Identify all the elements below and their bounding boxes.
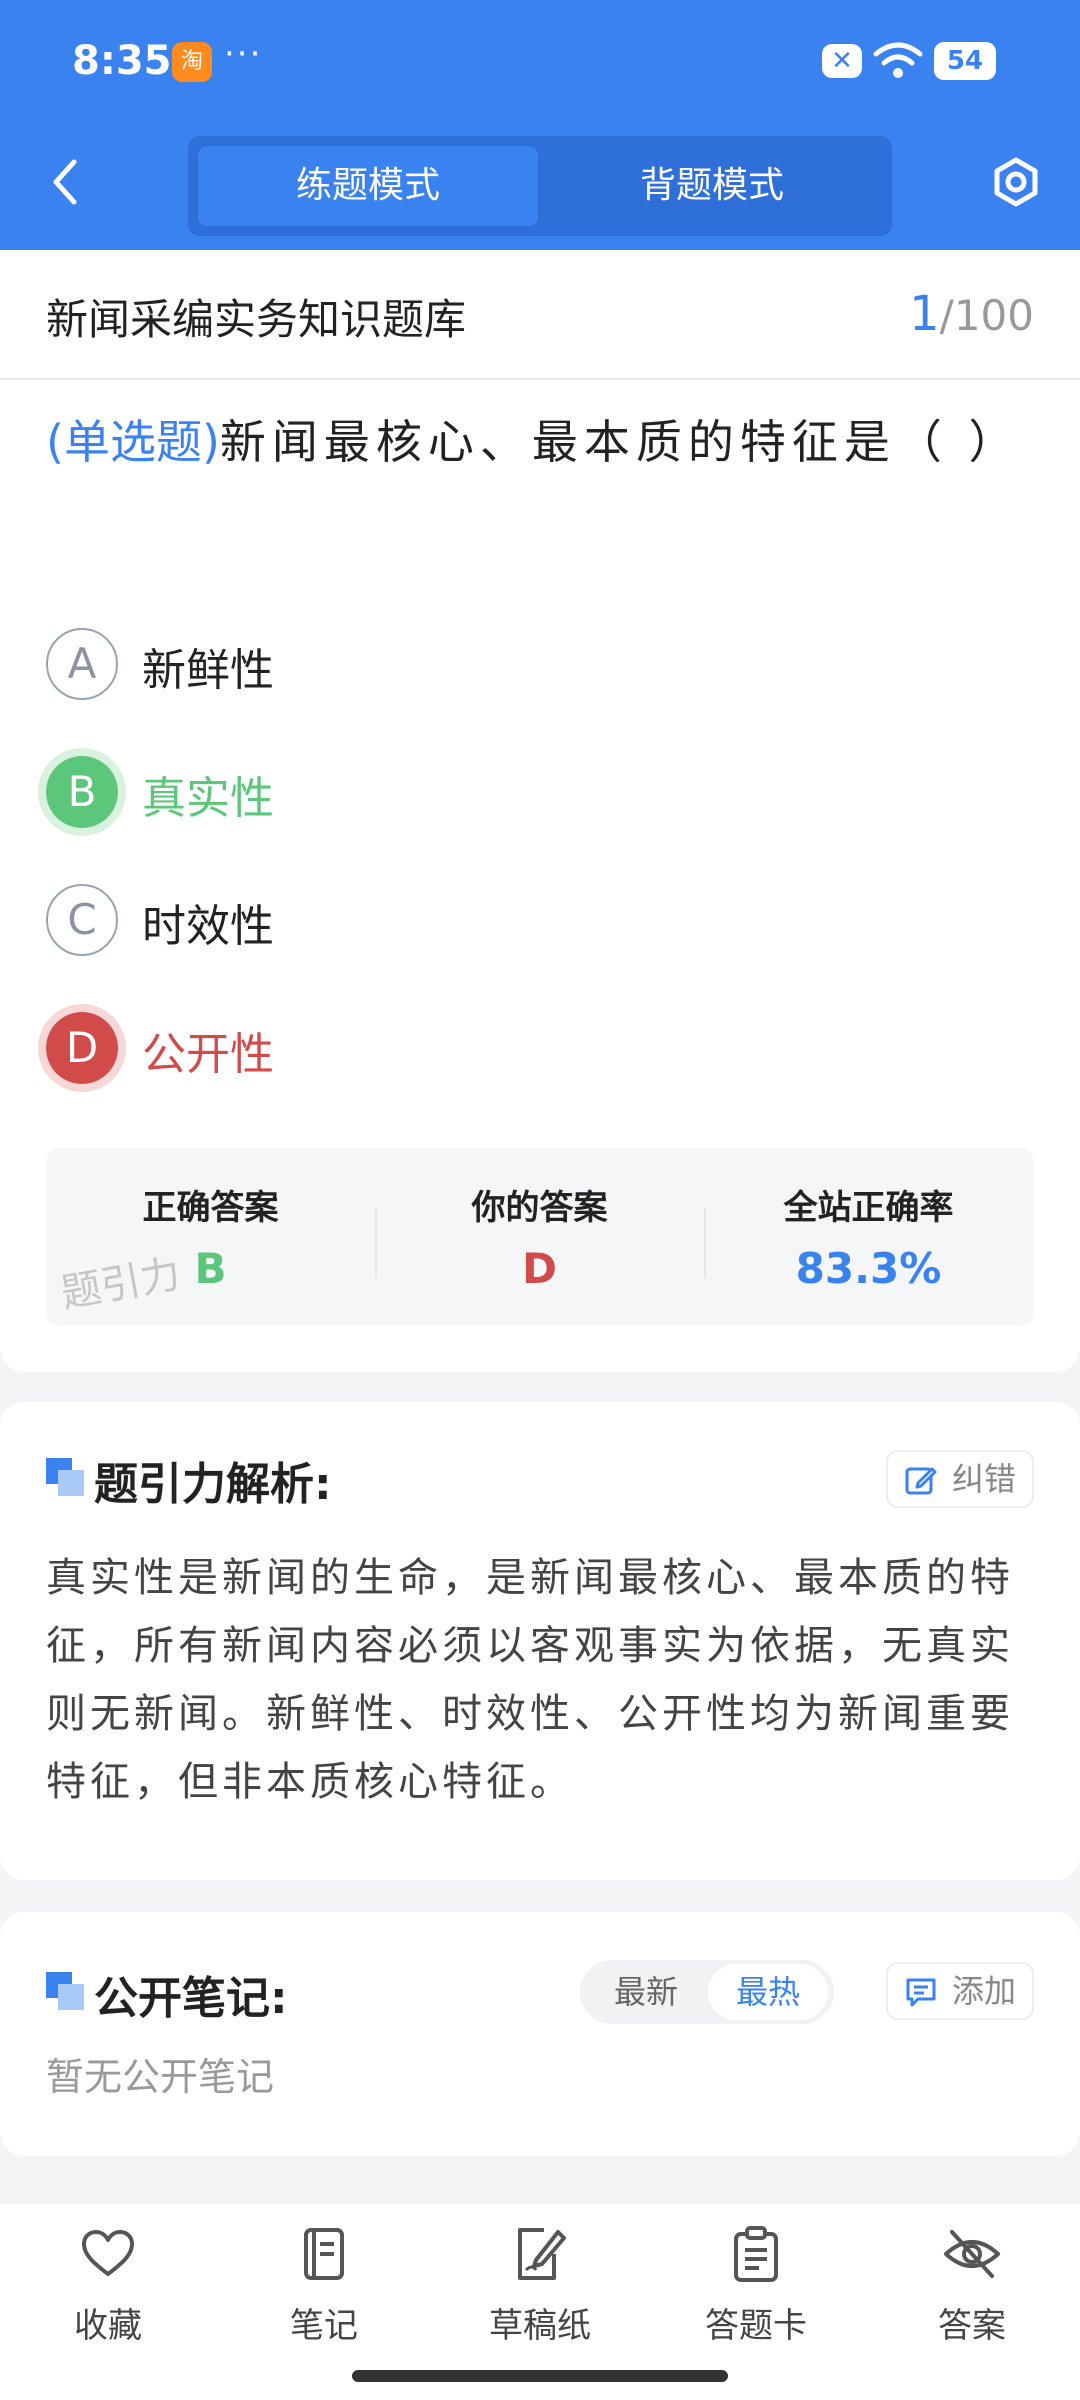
add-note-label: 添加 (951, 1972, 1016, 2010)
option-letter: C (46, 884, 118, 956)
option-letter: A (46, 628, 118, 700)
notebook-icon (304, 2228, 344, 2280)
report-error-button[interactable]: 纠错 (885, 1450, 1034, 1508)
comment-icon (906, 1978, 936, 2007)
answer-summary: 正确答案 B 你的答案 D 全站正确率 83.3% (46, 1148, 1034, 1326)
notes-sort-toggle: 最新 最热 (580, 1960, 834, 2024)
progress-current: 1 (909, 286, 940, 342)
option-text: 真实性 (142, 773, 274, 824)
app-header: 8:35 淘 ··· ✕ 54 练题模式 背题模式 (0, 0, 1080, 250)
analysis-title: 题引力解析: (94, 1459, 332, 1510)
divider (0, 378, 1080, 380)
option-d[interactable]: D 公开性 (46, 1012, 946, 1088)
show-answer-label: 答案 (938, 2306, 1006, 2346)
section-icon (46, 1972, 84, 2010)
no-sim-icon: ✕ (822, 44, 862, 78)
option-text: 公开性 (142, 1029, 274, 1080)
favorite-label: 收藏 (74, 2306, 142, 2346)
progress-total: /100 (939, 291, 1034, 340)
empty-notes-text: 暂无公开笔记 (46, 2055, 275, 2099)
analysis-text: 真实性是新闻的生命，是新闻最核心、最本质的特征，所有新闻内容必须以客观事实为依据… (46, 1555, 1014, 1805)
draft-icon (518, 2228, 566, 2280)
tab-practice-mode[interactable]: 练题模式 (198, 146, 538, 226)
option-c[interactable]: C 时效性 (46, 884, 946, 960)
answer-sheet-label: 答题卡 (705, 2306, 807, 2346)
analysis-card: 题引力解析: 纠错 真实性是新闻的生命，是新闻最核心、最本质的特征，所有新闻内容… (0, 1402, 1080, 1880)
option-b[interactable]: B 真实性 (46, 756, 946, 832)
more-notifications-icon: ··· (224, 34, 263, 74)
taobao-app-icon: 淘 (172, 42, 212, 82)
favorite-button[interactable]: 收藏 (28, 2224, 188, 2364)
wifi-icon (873, 42, 923, 78)
edit-icon (905, 1467, 937, 1495)
settings-icon[interactable] (988, 152, 1044, 212)
answer-sheet-button[interactable]: 答题卡 (676, 2224, 836, 2364)
sort-latest[interactable]: 最新 (586, 1964, 706, 2020)
question-text: 新闻最核心、最本质的特征是（ ） (219, 415, 1021, 469)
mode-tabs: 练题模式 背题模式 (188, 136, 892, 236)
draft-label: 草稿纸 (489, 2306, 591, 2346)
option-text: 时效性 (142, 901, 274, 952)
option-a[interactable]: A 新鲜性 (46, 628, 946, 704)
notes-title: 公开笔记: (94, 1973, 288, 2024)
your-answer-value: D (522, 1244, 557, 1293)
site-accuracy-label: 全站正确率 (783, 1188, 954, 1228)
your-answer-label: 你的答案 (471, 1188, 608, 1228)
question-progress: 1/100 (909, 286, 1034, 342)
answer-sheet-icon (734, 2226, 778, 2282)
status-time: 8:35 (72, 38, 172, 84)
draft-button[interactable]: 草稿纸 (460, 2224, 620, 2364)
status-bar: 8:35 淘 ··· ✕ 54 (0, 0, 1080, 120)
home-indicator[interactable] (352, 2370, 728, 2382)
tab-review-mode[interactable]: 背题模式 (542, 146, 882, 226)
show-answer-button[interactable]: 答案 (892, 2224, 1052, 2364)
site-accuracy: 全站正确率 83.3% (704, 1148, 1033, 1326)
notes-card: 公开笔记: 最新 最热 添加 暂无公开笔记 (0, 1912, 1080, 2156)
notes-label: 笔记 (290, 2306, 358, 2346)
add-note-button[interactable]: 添加 (885, 1962, 1034, 2020)
question-stem: (单选题)新闻最核心、最本质的特征是（ ） (46, 400, 1036, 484)
report-error-label: 纠错 (951, 1460, 1016, 1498)
bank-title: 新闻采编实务知识题库 (46, 295, 467, 344)
section-icon (46, 1458, 84, 1496)
sort-hottest[interactable]: 最热 (708, 1964, 828, 2020)
heart-icon (82, 2230, 134, 2276)
site-accuracy-value: 83.3% (795, 1244, 942, 1293)
option-letter: D (46, 1012, 118, 1084)
notes-button[interactable]: 笔记 (244, 2224, 404, 2364)
option-letter: B (46, 756, 118, 828)
eye-off-icon (944, 2230, 1000, 2278)
back-icon[interactable] (40, 152, 90, 212)
correct-answer-label: 正确答案 (142, 1188, 279, 1228)
battery-indicator: 54 (934, 42, 996, 80)
your-answer: 你的答案 D (375, 1148, 704, 1326)
question-card: 新闻采编实务知识题库 1/100 (单选题)新闻最核心、最本质的特征是（ ） A… (0, 250, 1080, 1372)
question-type: (单选题) (46, 415, 220, 469)
option-text: 新鲜性 (142, 645, 274, 696)
